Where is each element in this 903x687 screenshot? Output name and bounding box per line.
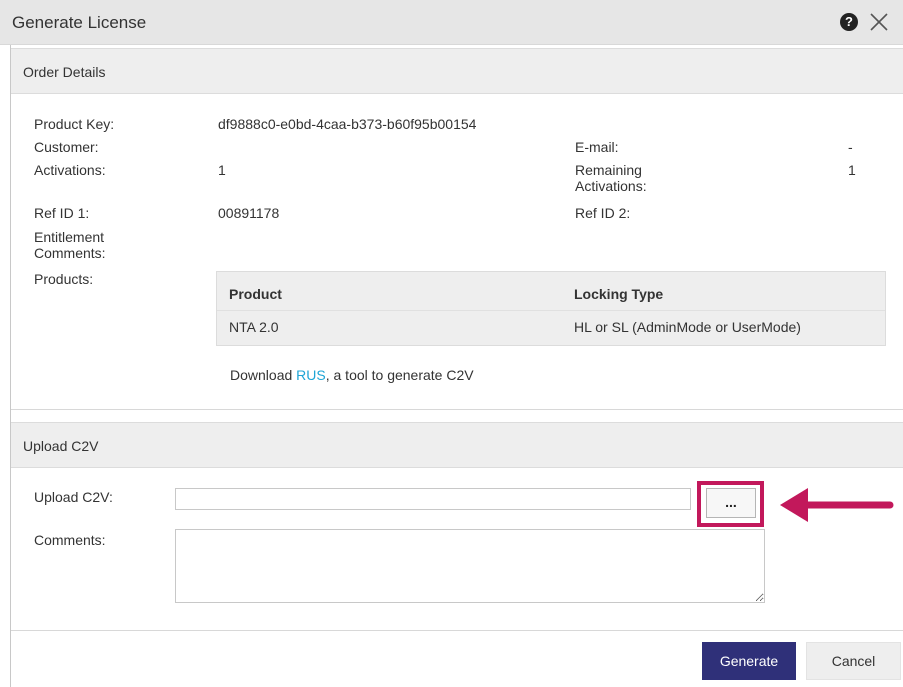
upload-c2v-header: Upload C2V [11,422,903,468]
comments-textarea[interactable] [175,529,765,603]
cancel-button[interactable]: Cancel [806,642,901,680]
activations-value: 1 [218,162,226,178]
browse-button[interactable]: ... [706,488,756,518]
order-details-title: Order Details [23,64,106,80]
close-icon[interactable] [868,11,890,33]
table-cell-product: NTA 2.0 [229,319,279,335]
upload-c2v-title: Upload C2V [23,438,99,454]
download-suffix: , a tool to generate C2V [325,367,474,383]
question-circle-icon[interactable]: ? [840,13,858,31]
remaining-activations-value: 1 [848,162,856,178]
order-details-body [11,94,903,410]
ref-id-2-label: Ref ID 2: [575,205,631,221]
customer-label: Customer: [34,139,99,155]
rus-link[interactable]: RUS [296,367,326,383]
products-label: Products: [34,271,94,287]
order-details-header: Order Details [11,48,903,94]
comments-label: Comments: [34,532,106,548]
column-header-locking-type: Locking Type [574,286,664,302]
ref-id-1-label: Ref ID 1: [34,205,90,221]
product-key-value: df9888c0-e0bd-4caa-b373-b60f95b00154 [218,116,477,132]
table-cell-locking-type: HL or SL (AdminMode or UserMode) [574,319,801,335]
arrow-pointer-icon [780,488,894,522]
table-row-divider [217,310,885,311]
activations-label: Activations: [34,162,106,178]
ref-id-1-value: 00891178 [218,205,280,221]
remaining-activations-label-1: Remaining [575,162,642,178]
upload-c2v-input[interactable] [175,488,691,510]
products-table: Product Locking Type NTA 2.0 HL or SL (A… [216,271,886,346]
dialog-title: Generate License [12,13,147,32]
upload-c2v-label: Upload C2V: [34,489,113,505]
download-prefix: Download [230,367,297,383]
entitlement-comments-label-1: Entitlement [34,229,105,245]
entitlement-comments-label-2: Comments: [34,245,106,261]
remaining-activations-label-2: Activations: [575,178,647,194]
product-key-label: Product Key: [34,116,115,132]
email-value: - [848,139,853,155]
column-header-product: Product [229,286,282,302]
dialog-titlebar: Generate License ? [0,0,903,45]
download-rus-text: Download RUS, a tool to generate C2V [230,367,474,383]
email-label: E-mail: [575,139,619,155]
generate-button[interactable]: Generate [702,642,796,680]
